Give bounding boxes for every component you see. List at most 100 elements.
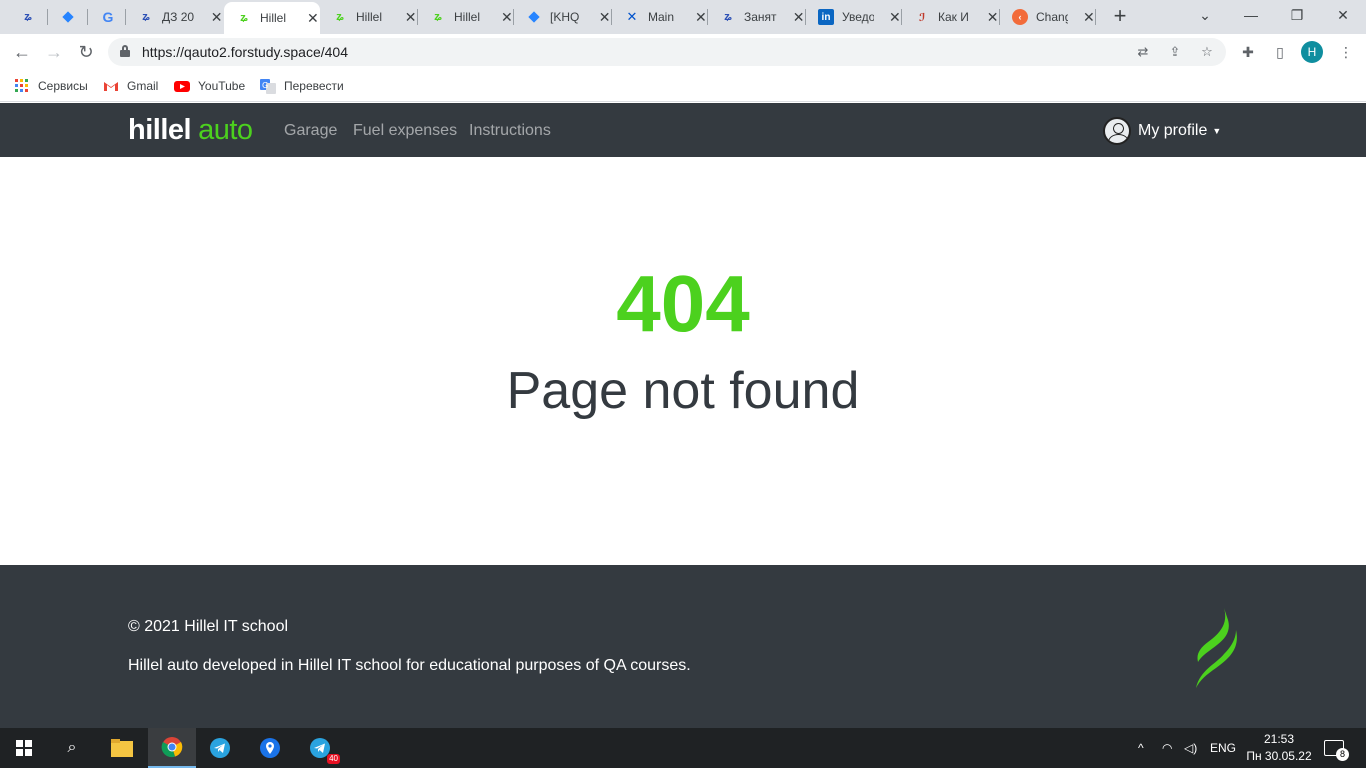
bookmark-translate[interactable]: G Перевести <box>260 76 344 96</box>
search-icon[interactable]: ⌕ <box>48 728 96 768</box>
close-icon[interactable]: ✕ <box>597 9 612 26</box>
my-profile-label: My profile <box>1138 122 1208 139</box>
new-tab-button[interactable]: + <box>1108 4 1132 28</box>
volume-icon[interactable]: ◁) <box>1184 728 1197 768</box>
tab-title: Как И <box>938 10 969 24</box>
bookmark-label: Сервисы <box>38 79 88 93</box>
close-icon[interactable]: ✕ <box>500 9 514 26</box>
bookmark-label: Gmail <box>127 79 159 93</box>
tab-search-chevron-icon[interactable]: ⌄ <box>1182 0 1228 34</box>
tab-title: Hillel <box>454 10 481 24</box>
browser-toolbar: ← → ↻ https://qauto2.forstudy.space/404 … <box>0 34 1366 70</box>
nav-instructions[interactable]: Instructions <box>469 122 551 140</box>
close-icon[interactable]: ✕ <box>209 9 224 26</box>
tab-11[interactable]: ℐ Как И ✕ <box>902 0 1000 34</box>
windows-start-icon[interactable] <box>0 728 48 768</box>
notifications-icon[interactable]: 8 <box>1324 728 1349 768</box>
apps-grid-icon <box>14 78 30 94</box>
restore-button[interactable]: ❐ <box>1274 0 1320 34</box>
error-message: Page not found <box>506 362 860 420</box>
tab-3[interactable]: ʑ ДЗ 20 ✕ <box>126 0 224 34</box>
habr-favicon-icon: ℐ <box>918 11 926 24</box>
my-profile-dropdown[interactable]: My profile ▼ <box>1103 116 1221 146</box>
telegram-taskbar-icon[interactable] <box>196 728 244 768</box>
tab-2[interactable]: G <box>88 0 126 34</box>
tab-1[interactable] <box>48 0 88 34</box>
notification-count: 8 <box>1336 748 1349 761</box>
svg-text:G: G <box>262 81 268 90</box>
url-text[interactable]: https://qauto2.forstudy.space/404 <box>142 44 348 60</box>
maps-taskbar-icon[interactable] <box>246 728 294 768</box>
tab-10[interactable]: in Уведо ✕ <box>806 0 902 34</box>
lock-icon[interactable] <box>120 45 130 57</box>
hillel-green-favicon-icon: ʑ <box>336 11 344 23</box>
tab-title: Chang <box>1036 10 1068 24</box>
tab-0[interactable]: ʑ <box>8 0 48 34</box>
hillel-favicon-icon: ʑ <box>24 11 32 23</box>
language-indicator[interactable]: ENG <box>1210 728 1236 768</box>
minimize-button[interactable]: — <box>1228 0 1274 34</box>
google-translate-icon: G <box>260 78 276 94</box>
confluence-favicon-icon: ✕ <box>626 9 638 24</box>
chrome-taskbar-icon[interactable] <box>148 728 196 768</box>
tray-overflow-chevron-icon[interactable]: ^ <box>1138 728 1144 768</box>
tab-5[interactable]: ʑ Hillel ✕ <box>320 0 418 34</box>
bookmark-star-icon[interactable]: ☆ <box>1198 43 1216 61</box>
nav-fuel-expenses[interactable]: Fuel expenses <box>353 122 457 140</box>
hillel-favicon-icon: ʑ <box>142 11 150 23</box>
tab-title: Main <box>648 10 675 24</box>
jira-favicon-icon <box>526 9 542 25</box>
bookmark-youtube[interactable]: YouTube <box>174 76 245 96</box>
jira-favicon-icon <box>60 9 76 25</box>
address-bar[interactable]: https://qauto2.forstudy.space/404 ⇄ ⇪ ☆ <box>108 38 1226 66</box>
site-footer: © 2021 Hillel IT school Hillel auto deve… <box>0 565 1366 728</box>
clock[interactable]: 21:53 Пн 30.05.22 <box>1244 731 1314 765</box>
share-icon[interactable]: ⇪ <box>1166 43 1184 61</box>
linkedin-favicon-icon: in <box>818 9 834 25</box>
side-panel-icon[interactable]: ▯ <box>1270 42 1290 62</box>
tab-7[interactable]: [KHQ ✕ <box>514 0 612 34</box>
windows-taskbar: ⌕ 40 ^ ◠ ◁) ENG 21:53 Пн 30.05.22 8 <box>0 728 1366 768</box>
close-icon[interactable]: ✕ <box>403 9 418 26</box>
close-icon[interactable]: ✕ <box>791 9 806 26</box>
unread-badge: 40 <box>327 754 340 764</box>
more-menu-icon[interactable]: ⋮ <box>1336 42 1356 62</box>
tab-8[interactable]: ✕ Main ✕ <box>612 0 708 34</box>
close-icon[interactable]: ✕ <box>985 9 1000 26</box>
bookmark-services[interactable]: Сервисы <box>14 76 88 96</box>
reload-button[interactable]: ↻ <box>74 41 98 65</box>
extensions-puzzle-icon[interactable]: ✚ <box>1238 42 1258 62</box>
nav-garage[interactable]: Garage <box>284 122 337 140</box>
tab-9[interactable]: ʑ Занят ✕ <box>708 0 806 34</box>
caret-down-icon: ▼ <box>1212 126 1222 136</box>
tab-12[interactable]: ‹ Chang ✕ <box>1000 0 1096 34</box>
hillel-flame-logo-icon <box>1196 608 1237 688</box>
forward-button[interactable]: → <box>42 41 66 65</box>
translate-icon[interactable]: ⇄ <box>1134 43 1152 61</box>
site-header: hillel auto Garage Fuel expenses Instruct… <box>0 103 1366 157</box>
close-icon[interactable]: ✕ <box>888 9 902 26</box>
tab-title: [KHQ <box>550 10 580 24</box>
footer-copyright: © 2021 Hillel IT school <box>128 618 289 635</box>
browser-profile-avatar[interactable]: H <box>1301 41 1323 63</box>
changelog-favicon-icon: ‹ <box>1012 9 1028 25</box>
close-icon[interactable]: ✕ <box>694 9 708 26</box>
youtube-icon <box>174 78 190 94</box>
hillel-green-favicon-icon: ʑ <box>240 12 248 24</box>
close-icon[interactable]: ✕ <box>306 10 320 27</box>
wifi-icon[interactable]: ◠ <box>1162 728 1172 768</box>
close-window-button[interactable]: ✕ <box>1320 0 1366 34</box>
hillel-favicon-icon: ʑ <box>724 11 732 23</box>
close-icon[interactable]: ✕ <box>1082 9 1096 26</box>
bookmark-label: Перевести <box>284 79 344 93</box>
file-explorer-icon[interactable] <box>98 728 146 768</box>
tab-active-hillel[interactable]: ʑ Hillel ✕ <box>224 2 320 34</box>
hillel-auto-logo[interactable]: hillel auto <box>128 113 253 147</box>
tab-title: Hillel <box>356 10 383 24</box>
tab-title: Занят <box>744 10 777 24</box>
telegram-second-taskbar-icon[interactable]: 40 <box>296 728 344 768</box>
hillel-green-favicon-icon: ʑ <box>434 11 442 23</box>
tab-6[interactable]: ʑ Hillel ✕ <box>418 0 514 34</box>
back-button[interactable]: ← <box>10 41 34 65</box>
bookmark-gmail[interactable]: Gmail <box>103 76 158 96</box>
